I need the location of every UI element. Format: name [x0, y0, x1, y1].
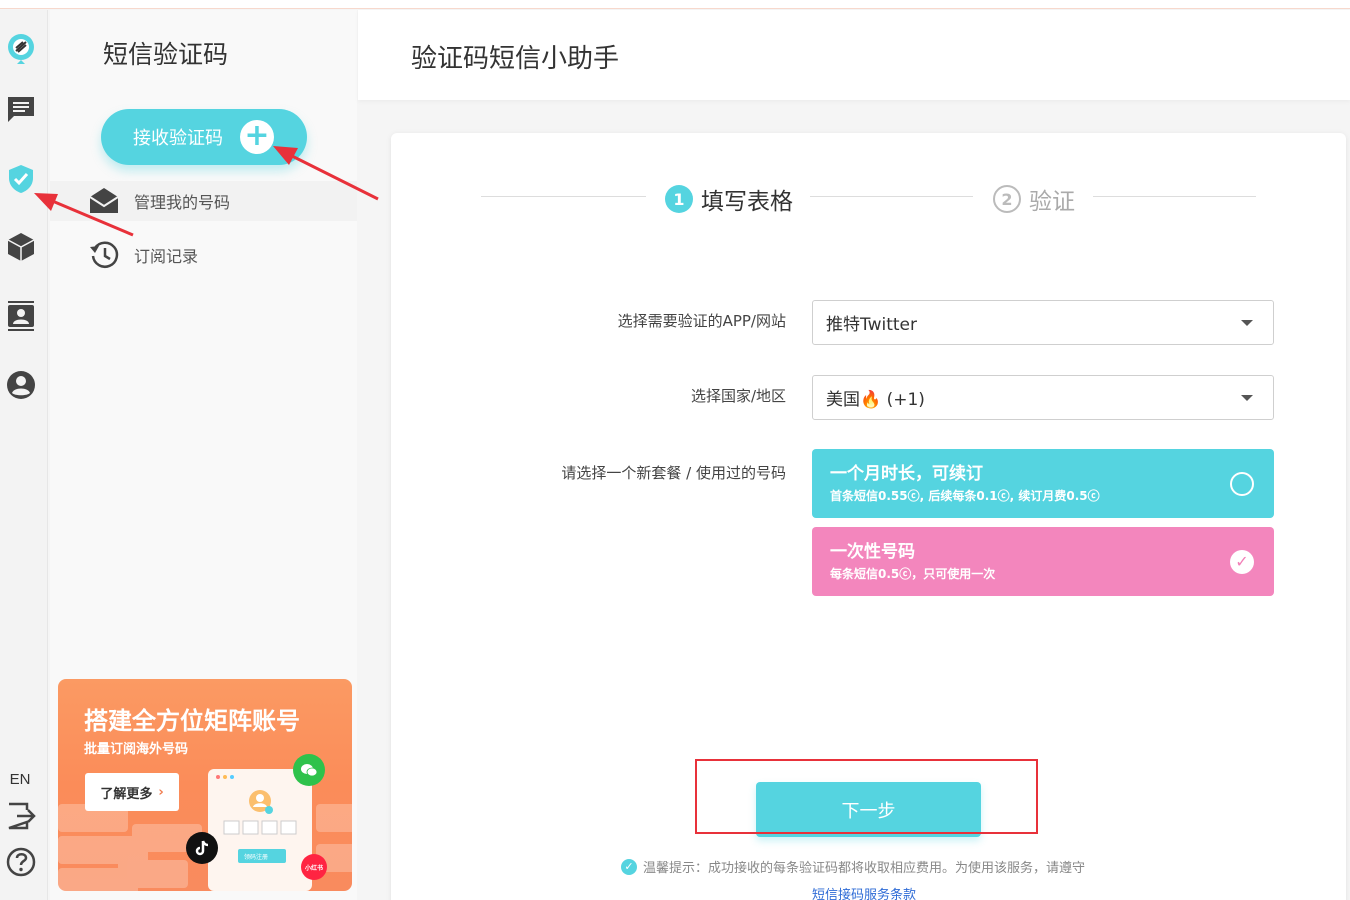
check-circle-icon[interactable]: ✓ [1230, 550, 1254, 574]
plan-desc: 每条短信0.5ⓒ，只可使用一次 [830, 567, 996, 581]
help-icon[interactable] [4, 845, 38, 879]
plus-icon: + [240, 120, 274, 154]
promo-phone-card: 领码注册 [208, 769, 312, 891]
step-divider [1093, 196, 1256, 197]
annotation-highlight-box [695, 759, 1038, 834]
chevron-right-icon: › [158, 784, 164, 800]
sidebar-item-subscriptions[interactable]: 订阅记录 [88, 235, 348, 275]
promo-subtitle: 批量订阅海外号码 [84, 742, 189, 757]
app-label: 选择需要验证的APP/网站 [617, 312, 786, 330]
top-strip [0, 0, 1350, 9]
step-divider [481, 196, 646, 197]
learn-more-button[interactable]: 了解更多 › [85, 773, 179, 811]
page-title: 验证码短信小助手 [411, 44, 620, 74]
redbook-icon: 小红书 [301, 854, 327, 880]
icon-rail: EN [0, 10, 48, 900]
plan-desc: 首条短信0.55ⓒ, 后续每条0.1ⓒ, 续订月费0.5ⓒ [830, 489, 1100, 503]
radio-unchecked-icon[interactable] [1230, 472, 1254, 496]
message-icon[interactable] [4, 92, 38, 126]
step-label: 验证 [1029, 189, 1075, 215]
learn-more-label: 了解更多 [100, 786, 153, 802]
sidebar-item-label: 订阅记录 [134, 247, 199, 266]
step-label: 填写表格 [701, 189, 793, 215]
tip-text: ✓ 温馨提示：成功接收的每条验证码都将收取相应费用。为使用该服务，请遵守 [621, 857, 1085, 876]
plan-label: 请选择一个新套餐 / 使用过的号码 [561, 464, 786, 482]
sidebar-item-label: 管理我的号码 [134, 193, 231, 212]
country-label: 选择国家/地区 [690, 387, 786, 405]
wechat-icon [293, 754, 325, 786]
contacts-icon[interactable] [4, 299, 38, 333]
receive-code-label: 接收验证码 [133, 128, 223, 149]
app-select-value: 推特Twitter [826, 315, 917, 335]
redbook-label: 小红书 [304, 864, 323, 872]
form-card: 1 填写表格 2 验证 选择需要验证的APP/网站 推特Twitter 选择国家… [391, 133, 1346, 900]
country-select-value: 美国🔥 (+1) [826, 390, 925, 410]
envelope-open-icon [89, 188, 119, 213]
account-icon[interactable] [4, 368, 38, 402]
main-header: 验证码短信小助手 [358, 10, 1350, 100]
sidebar-title: 短信验证码 [103, 40, 229, 69]
logout-icon[interactable] [4, 799, 38, 833]
app-select[interactable]: 推特Twitter [812, 300, 1274, 345]
plan-monthly[interactable]: 一个月时长，可续订 首条短信0.55ⓒ, 后续每条0.1ⓒ, 续订月费0.5ⓒ [812, 449, 1274, 518]
check-icon: ✓ [621, 858, 637, 875]
promo-title: 搭建全方位矩阵账号 [84, 707, 300, 735]
step-verify: 2 验证 [993, 182, 1075, 216]
language-toggle[interactable]: EN [0, 771, 40, 788]
promo-banner[interactable]: 搭建全方位矩阵账号 批量订阅海外号码 了解更多 › 领码注册 小红书 [58, 679, 352, 891]
country-select[interactable]: 美国🔥 (+1) [812, 375, 1274, 420]
box-icon[interactable] [4, 230, 38, 264]
caret-down-icon [1241, 395, 1253, 401]
sub-sidebar: 短信验证码 接收验证码 + 管理我的号码 订阅记录 搭建全方位矩阵账号 批量订阅… [50, 10, 357, 900]
plan-one-time[interactable]: 一次性号码 每条短信0.5ⓒ，只可使用一次 ✓ [812, 527, 1274, 596]
step-divider [810, 196, 973, 197]
tip-label: 温馨提示：成功接收的每条验证码都将收取相应费用。为使用该服务，请遵守 [643, 861, 1086, 876]
sidebar-item-manage-numbers[interactable]: 管理我的号码 [50, 181, 357, 221]
shield-check-icon[interactable] [4, 162, 38, 196]
logo-icon[interactable] [4, 32, 38, 66]
promo-card-button-label: 领码注册 [244, 854, 269, 861]
terms-link[interactable]: 短信接码服务条款 [812, 884, 916, 900]
step-number: 2 [993, 185, 1021, 213]
promo-card-art [216, 775, 297, 863]
plan-title: 一个月时长，可续订 [830, 464, 983, 484]
tiktok-icon [186, 832, 218, 864]
plan-title: 一次性号码 [830, 542, 915, 562]
history-icon [90, 241, 119, 268]
step-number: 1 [665, 185, 693, 213]
receive-code-button[interactable]: 接收验证码 + [101, 109, 307, 165]
caret-down-icon [1241, 320, 1253, 326]
step-fill-form: 1 填写表格 [665, 182, 793, 216]
